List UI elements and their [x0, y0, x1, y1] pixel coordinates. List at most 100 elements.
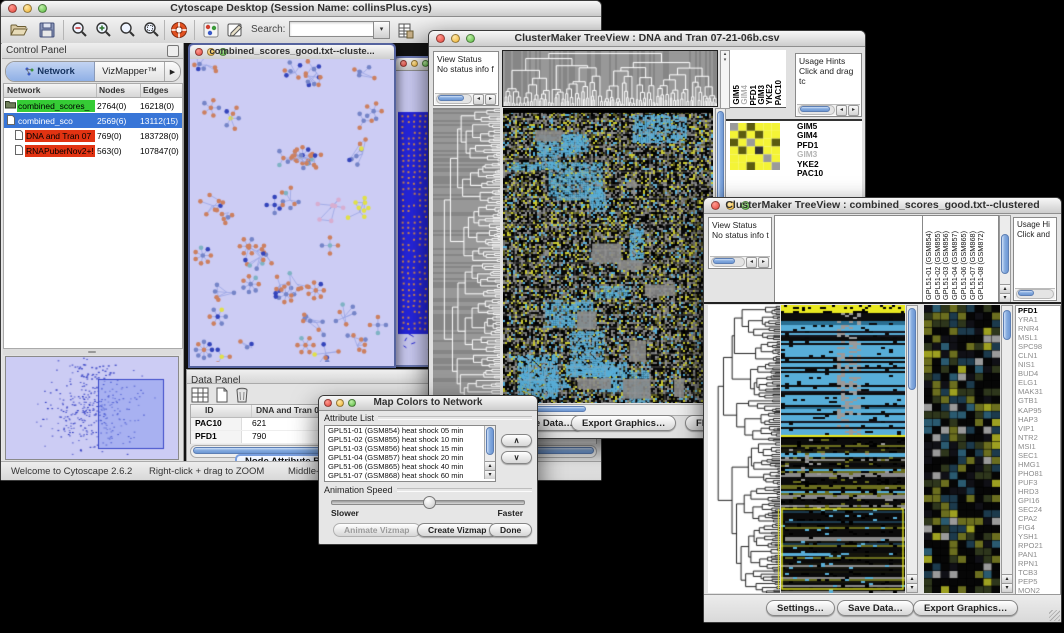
- gene-label[interactable]: ELG1: [1016, 378, 1060, 387]
- scroll-up-icon[interactable]: ▴: [1000, 284, 1010, 293]
- tv2-zoom-heatmap[interactable]: [924, 305, 1000, 593]
- tv1-row-dendrogram[interactable]: [433, 108, 500, 401]
- tv2-save-data-button[interactable]: Save Data…: [837, 600, 914, 616]
- open-file-icon[interactable]: [9, 20, 29, 40]
- scroll-up-icon[interactable]: ▴: [1002, 574, 1012, 583]
- save-icon[interactable]: [37, 20, 57, 40]
- gene-label[interactable]: HMG1: [1016, 460, 1060, 469]
- gene-label[interactable]: YRA1: [1016, 315, 1060, 324]
- gene-label[interactable]: HRD3: [1016, 487, 1060, 496]
- tv2-export-graphics-button[interactable]: Export Graphics…: [913, 600, 1018, 616]
- attribute-list-scrollbar[interactable]: ▴▾: [484, 426, 495, 479]
- gene-label[interactable]: SPC98: [1016, 342, 1060, 351]
- gene-label[interactable]: PAC10: [797, 169, 857, 178]
- scroll-down-icon[interactable]: ▾: [1000, 293, 1010, 302]
- gene-label[interactable]: MAK31: [1016, 387, 1060, 396]
- gene-label[interactable]: MSI1: [1016, 442, 1060, 451]
- gene-label[interactable]: NIS1: [1016, 360, 1060, 369]
- treeview2-titlebar[interactable]: ClusterMaker TreeView : combined_scores_…: [704, 198, 1061, 214]
- network-overview-canvas[interactable]: [5, 356, 179, 460]
- gene-label[interactable]: RPN1: [1016, 559, 1060, 568]
- tv2-global-scrollbar[interactable]: ▴▾: [906, 305, 918, 593]
- attribute-list-item[interactable]: GPL51-07 (GSM868) heat shock 60 min: [326, 472, 483, 481]
- gene-label[interactable]: PHO81: [1016, 469, 1060, 478]
- resize-grip[interactable]: [1049, 610, 1060, 621]
- tab-vizmapper[interactable]: VizMapper™: [95, 62, 165, 81]
- treeview1-titlebar[interactable]: ClusterMaker TreeView : DNA and Tran 07-…: [429, 31, 865, 47]
- tv1-heatmap-canvas[interactable]: [503, 108, 713, 403]
- attribute-listbox[interactable]: GPL51-01 (GSM854) heat shock 05 minGPL51…: [324, 425, 496, 482]
- gene-label[interactable]: PFD1: [1016, 306, 1060, 315]
- gene-label[interactable]: PEP5: [1016, 577, 1060, 586]
- column-label[interactable]: GPL51-06 (GSM865): [959, 231, 968, 300]
- gene-label[interactable]: VIP1: [1016, 424, 1060, 433]
- scroll-right-icon[interactable]: ▸: [758, 257, 769, 268]
- import-table-icon[interactable]: [395, 20, 415, 40]
- attribute-list-scroll-thumb[interactable]: [486, 427, 494, 455]
- scroll-left-icon[interactable]: ◂: [746, 257, 757, 268]
- search-dropdown-button[interactable]: ▾: [373, 21, 390, 39]
- gene-label[interactable]: PAN1: [1016, 550, 1060, 559]
- zoom-selected-icon[interactable]: [141, 20, 161, 40]
- move-down-button[interactable]: ∨: [501, 451, 532, 464]
- column-label[interactable]: GPL51-08 (GSM872): [976, 231, 985, 300]
- col-header-edges[interactable]: Edges: [141, 84, 182, 97]
- tv2-global-scroll-thumb[interactable]: [908, 308, 916, 390]
- tv1-vscroll-thumb[interactable]: [717, 111, 724, 201]
- tv1-usage-scrollbar[interactable]: ◂ ▸: [797, 104, 860, 115]
- gene-label[interactable]: CLN1: [1016, 351, 1060, 360]
- gene-label[interactable]: GTB1: [1016, 396, 1060, 405]
- dialog-titlebar[interactable]: Map Colors to Network: [319, 396, 537, 411]
- gene-label[interactable]: HAP3: [1016, 415, 1060, 424]
- gene-label[interactable]: SEC24: [1016, 505, 1060, 514]
- network-view-titlebar[interactable]: combined_scores_good.txt--cluste...: [190, 45, 394, 60]
- zoom-in-icon[interactable]: [93, 20, 113, 40]
- column-label[interactable]: PAC10: [774, 80, 783, 105]
- help-lifering-icon[interactable]: [169, 20, 189, 40]
- network-table-row[interactable]: DNA and Tran 07769(0)183728(0): [4, 128, 182, 143]
- scroll-left-icon[interactable]: ◂: [473, 94, 484, 105]
- tv2-global-heatmap[interactable]: [781, 305, 905, 593]
- column-label[interactable]: YKE2: [765, 84, 774, 105]
- network-table-row[interactable]: RNAPuberNov2+!563(0)107847(0): [4, 143, 182, 158]
- gene-label[interactable]: MSL1: [1016, 333, 1060, 342]
- animation-speed-slider[interactable]: [331, 500, 525, 505]
- scroll-down-icon[interactable]: ▾: [907, 583, 917, 592]
- search-input[interactable]: [289, 21, 377, 37]
- gene-label[interactable]: CPA2: [1016, 514, 1060, 523]
- gene-label[interactable]: YSH1: [1016, 532, 1060, 541]
- annotation-icon[interactable]: [225, 20, 245, 40]
- zoom-fit-icon[interactable]: [117, 20, 137, 40]
- animate-vizmap-button[interactable]: Animate Vizmap: [333, 523, 421, 537]
- column-label[interactable]: GIM4: [740, 85, 749, 105]
- main-titlebar[interactable]: Cytoscape Desktop (Session Name: collins…: [1, 1, 601, 17]
- tv2-usage-scrollbar[interactable]: [1015, 288, 1055, 299]
- minimize-button[interactable]: [411, 60, 418, 67]
- tv2-column-tree-area[interactable]: [774, 215, 923, 303]
- gene-label[interactable]: BUD4: [1016, 369, 1060, 378]
- network-name[interactable]: DNA and Tran 07: [25, 130, 95, 142]
- tab-network[interactable]: Network: [6, 62, 95, 81]
- tv2-viewstatus-scrollbar[interactable]: ◂ ▸: [710, 256, 770, 267]
- tab-overflow-button[interactable]: ▶: [165, 62, 180, 81]
- slider-thumb[interactable]: [423, 496, 436, 509]
- col-header-nodes[interactable]: Nodes: [97, 84, 141, 97]
- zoom-out-icon[interactable]: [69, 20, 89, 40]
- tv2-row-dendrogram[interactable]: [708, 305, 780, 593]
- gene-label[interactable]: RNR4: [1016, 324, 1060, 333]
- done-button[interactable]: Done: [489, 523, 532, 537]
- vizmap-icon[interactable]: [201, 20, 221, 40]
- tv1-viewstatus-scrollbar[interactable]: ◂ ▸: [435, 93, 497, 104]
- tv1-column-dendrogram[interactable]: [502, 50, 718, 107]
- tv1-export-graphics-button[interactable]: Export Graphics…: [571, 415, 676, 431]
- scroll-down-icon[interactable]: ▾: [485, 470, 495, 479]
- scroll-down-icon[interactable]: ▾: [1002, 583, 1012, 592]
- tv1-col-strip[interactable]: ▴▾: [720, 50, 730, 109]
- tv2-collabel-scroll-thumb[interactable]: [1001, 234, 1009, 274]
- float-panel-icon[interactable]: [167, 45, 179, 57]
- col-header-network[interactable]: Network: [4, 84, 97, 97]
- network-table-row[interactable]: combined_sco2569(6)13112(15): [4, 113, 182, 128]
- datapanel-col-id[interactable]: ID: [191, 405, 252, 417]
- tv2-zoom-scrollbar[interactable]: ▴▾: [1001, 305, 1013, 593]
- gene-label[interactable]: SEC1: [1016, 451, 1060, 460]
